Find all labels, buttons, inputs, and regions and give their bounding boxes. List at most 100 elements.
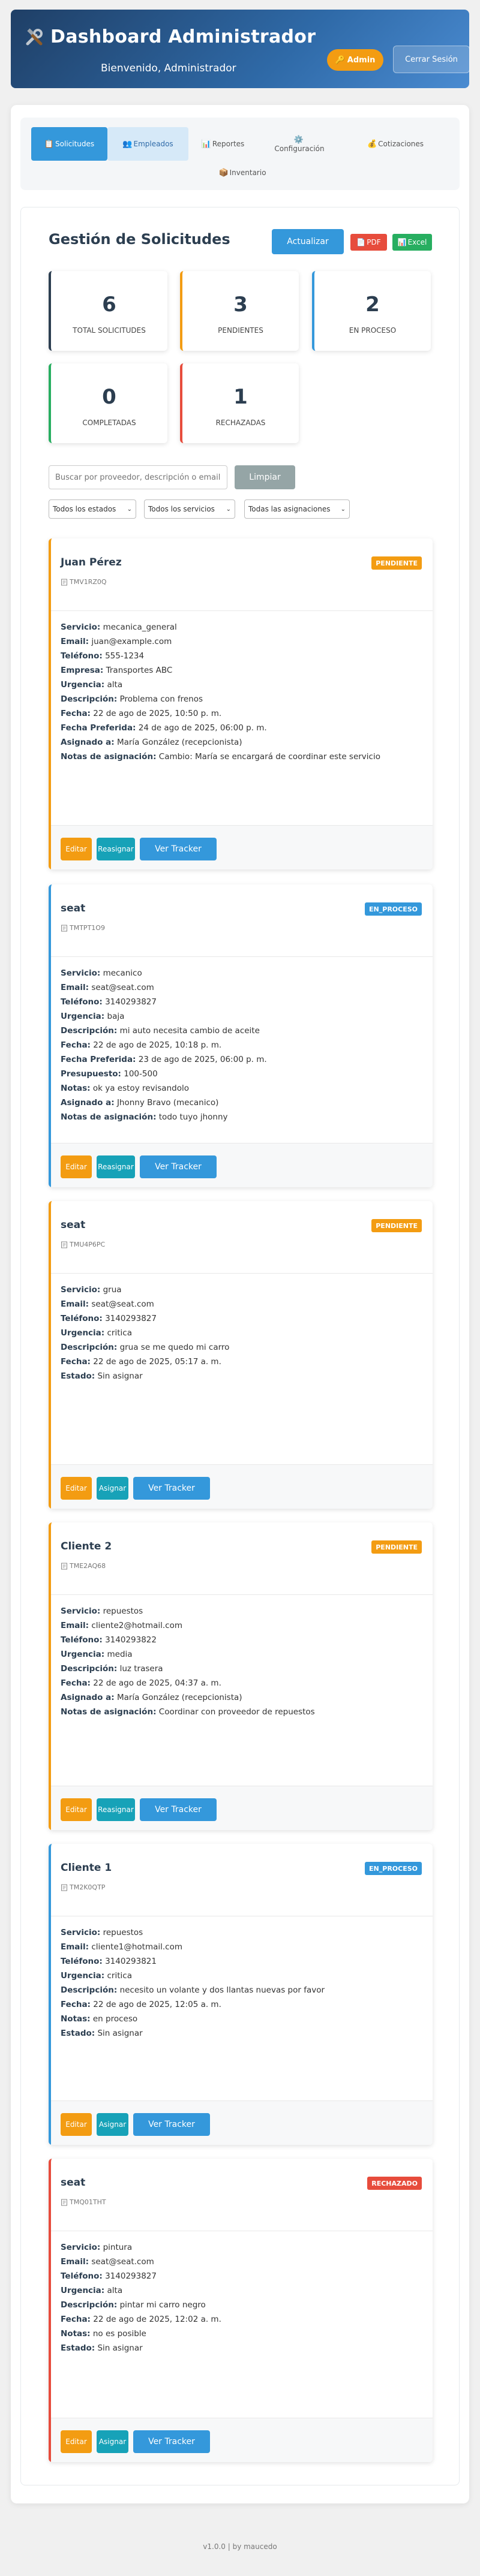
detail-label: Fecha: (61, 1040, 91, 1050)
edit-button[interactable]: Editar (61, 1155, 92, 1178)
export-pdf-button[interactable]: 📄 PDF (350, 234, 387, 251)
detail-value: cliente2@hotmail.com (91, 1621, 182, 1630)
document-icon: 📄 (356, 238, 366, 246)
assign-button[interactable]: Asignar (97, 2430, 128, 2453)
reassign-button[interactable]: Reasignar (97, 1155, 135, 1178)
detail-value: baja (107, 1012, 125, 1021)
detail-row: Descripción: mi auto necesita cambio de … (61, 1026, 260, 1036)
update-button[interactable]: Actualizar (272, 229, 344, 254)
detail-row: Notas de asignación: Coordinar con prove… (61, 1707, 315, 1717)
service-filter-select[interactable]: Todos los servicios ⌄ (144, 499, 235, 519)
assign-button[interactable]: Asignar (97, 1477, 128, 1500)
excel-label: Excel (407, 238, 427, 246)
tab-solicitudes[interactable]: 📋 Solicitudes (31, 127, 107, 161)
detail-value: repuestos (103, 1606, 143, 1616)
detail-label: Asignado a: (61, 1693, 115, 1702)
detail-value: seat@seat.com (91, 983, 154, 992)
detail-label: Estado: (61, 1371, 95, 1381)
tab-inventario[interactable]: 📦 Inventario (200, 161, 284, 185)
detail-label: Urgencia: (61, 1328, 105, 1338)
edit-button[interactable]: Editar (61, 1477, 92, 1500)
detail-label: Servicio: (61, 1928, 101, 1937)
tracking-code: TME2AQ68 (61, 1562, 106, 1570)
clear-button[interactable]: Limpiar (235, 465, 295, 489)
card-header: Cliente 1 TM2K0QTP EN_PROCESO (51, 1844, 433, 1916)
stat-value: 2 (365, 293, 380, 317)
detail-value: 22 de ago de 2025, 12:05 a. m. (93, 2000, 221, 2009)
chart-icon: 📊 (397, 238, 407, 246)
edit-button[interactable]: Editar (61, 1798, 92, 1821)
view-tracker-button[interactable]: Ver Tracker (140, 1798, 217, 1821)
status-filter-select[interactable]: Todos los estados ⌄ (49, 499, 136, 519)
tracking-code-text: TMV1RZ0Q (70, 578, 107, 586)
detail-row: Asignado a: Jhonny Bravo (mecanico) (61, 1098, 218, 1108)
card-header: seat TMTPT1O9 EN_PROCESO (51, 884, 433, 956)
footer-text: v1.0.0 | by maucedo (203, 2542, 277, 2551)
client-name: seat (61, 902, 86, 914)
tab-cotizaciones[interactable]: 💰 Cotizaciones (341, 127, 449, 161)
detail-label: Servicio: (61, 2243, 101, 2252)
detail-label: Teléfono: (61, 1314, 103, 1323)
edit-button[interactable]: Editar (61, 838, 92, 860)
divider (51, 1594, 433, 1595)
detail-label: Fecha: (61, 1678, 91, 1688)
tab-label: Reportes (212, 140, 245, 148)
detail-label: Teléfono: (61, 1635, 103, 1645)
tab-configuracion[interactable]: ⚙️ Configuración (257, 127, 341, 161)
assign-button[interactable]: Asignar (97, 2113, 128, 2136)
detail-label: Fecha: (61, 2000, 91, 2009)
view-tracker-button[interactable]: Ver Tracker (133, 2430, 210, 2453)
detail-row: Servicio: grua (61, 1285, 122, 1295)
detail-label: Servicio: (61, 622, 101, 632)
detail-row: Fecha Preferida: 24 de ago de 2025, 06:0… (61, 723, 267, 733)
reassign-button[interactable]: Reasignar (97, 1798, 135, 1821)
detail-label: Presupuesto: (61, 1069, 121, 1079)
select-value: Todos los estados (53, 505, 116, 513)
detail-row: Teléfono: 555-1234 (61, 651, 144, 661)
search-input[interactable] (49, 465, 227, 489)
detail-label: Teléfono: (61, 1957, 103, 1966)
export-excel-button[interactable]: 📊 Excel (392, 234, 432, 251)
tracking-code-text: TMQ01THT (70, 2198, 106, 2206)
tracking-code: TM2K0QTP (61, 1883, 105, 1891)
card-header: seat TMU4P6PC PENDIENTE (51, 1201, 433, 1273)
chevron-down-icon: ⌄ (127, 505, 132, 513)
detail-value: 555-1234 (105, 651, 145, 661)
detail-value: Sin asignar (97, 1371, 143, 1381)
reassign-button[interactable]: Reasignar (97, 838, 135, 860)
detail-row: Descripción: grua se me quedo mi carro (61, 1343, 229, 1352)
assignment-filter-select[interactable]: Todas las asignaciones ⌄ (244, 499, 350, 519)
role-badge: 🔑 Admin (327, 49, 383, 71)
detail-row: Teléfono: 3140293827 (61, 2271, 157, 2281)
key-icon: 🔑 (335, 55, 345, 65)
detail-row: Estado: Sin asignar (61, 1371, 143, 1381)
people-icon: 👥 (122, 139, 133, 149)
detail-value: María González (recepcionista) (116, 738, 242, 747)
tab-reportes[interactable]: 📊 Reportes (188, 127, 257, 161)
stat-label: PENDIENTES (218, 326, 263, 335)
detail-value: alta (107, 2286, 123, 2295)
view-tracker-button[interactable]: Ver Tracker (140, 838, 217, 860)
detail-row: Urgencia: alta (61, 680, 122, 690)
tab-empleados[interactable]: 👥 Empleados (107, 127, 188, 161)
detail-value: mecanico (103, 968, 142, 978)
detail-value: seat@seat.com (91, 2257, 154, 2267)
view-tracker-button[interactable]: Ver Tracker (133, 2113, 210, 2136)
divider (51, 610, 433, 611)
view-tracker-button[interactable]: Ver Tracker (140, 1155, 217, 1178)
detail-value: no es posible (92, 2329, 146, 2339)
detail-label: Asignado a: (61, 738, 115, 747)
detail-row: Teléfono: 3140293822 (61, 1635, 157, 1645)
view-tracker-button[interactable]: Ver Tracker (133, 1477, 210, 1500)
edit-button[interactable]: Editar (61, 2430, 92, 2453)
detail-row: Notas de asignación: todo tuyo jhonny (61, 1112, 228, 1122)
edit-button[interactable]: Editar (61, 2113, 92, 2136)
detail-value: Transportes ABC (106, 666, 173, 675)
detail-value: 22 de ago de 2025, 12:02 a. m. (93, 2315, 221, 2324)
detail-label: Teléfono: (61, 2271, 103, 2281)
welcome-text: Bienvenido, Administrador (101, 62, 236, 74)
stat-label: TOTAL SOLICITUDES (73, 326, 146, 335)
detail-label: Estado: (61, 2343, 95, 2353)
detail-value: luz trasera (119, 1664, 163, 1674)
logout-button[interactable]: Cerrar Sesión (393, 46, 470, 73)
